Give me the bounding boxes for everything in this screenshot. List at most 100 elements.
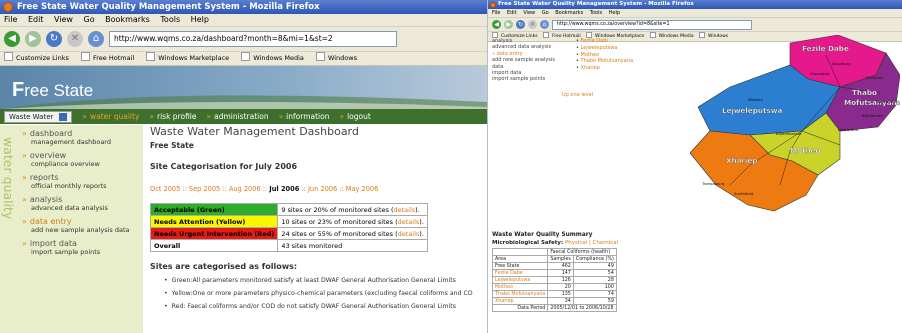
forward-arrow-icon[interactable]: ▶ xyxy=(504,20,513,29)
month-selector[interactable]: Oct 2005 :: Sep 2005 :: Aug 2006 :: Jul … xyxy=(150,185,487,193)
district-list: Fezile Dabi Lejweleputswa Motheo Thabo M… xyxy=(576,38,633,72)
town-label: Kroonstad xyxy=(810,71,830,76)
nav-water-quality[interactable]: water quality xyxy=(82,112,139,121)
summary-tabs[interactable]: Physical | Chemical xyxy=(565,240,618,246)
sidebar-item-reports[interactable]: reports official monthly reports xyxy=(22,173,142,190)
details-link[interactable]: details xyxy=(398,230,420,238)
menu-help[interactable]: Help xyxy=(609,10,620,16)
bookmark-customize-links[interactable]: Customize Links xyxy=(4,54,69,62)
stop-icon[interactable]: ✕ xyxy=(67,31,83,47)
menu-tools[interactable]: Tools xyxy=(590,10,602,16)
category-needs-attention: Needs Attention (Yellow) xyxy=(149,215,279,228)
town-label: Bloemfontein xyxy=(776,131,802,136)
district-link[interactable]: Fezile Dabi xyxy=(576,38,633,45)
back-arrow-icon[interactable]: ◀ xyxy=(4,31,20,47)
reload-icon[interactable]: ↻ xyxy=(46,31,62,47)
window-title: Free State Water Quality Management Syst… xyxy=(17,2,320,12)
town-label: Welkom xyxy=(748,97,763,102)
details-link[interactable]: details xyxy=(398,218,420,226)
home-icon[interactable]: ⌂ xyxy=(540,20,549,29)
district-link[interactable]: Motheo xyxy=(576,52,633,59)
bookmark-windows-media[interactable]: Windows Media xyxy=(650,34,694,39)
criteria-heading: Sites are categorised as follows: xyxy=(150,262,298,271)
title-bar: Free State Water Quality Management Syst… xyxy=(0,0,487,14)
nav-logout[interactable]: logout xyxy=(339,112,371,121)
menu-view[interactable]: View xyxy=(523,10,535,16)
home-icon[interactable]: ⌂ xyxy=(88,31,104,47)
back-arrow-icon[interactable]: ◀ xyxy=(492,20,501,29)
left-browser-window: Free State Water Quality Management Syst… xyxy=(0,0,487,333)
nav-information[interactable]: information xyxy=(279,112,329,121)
district-link[interactable]: Thabo Mofutsanyana xyxy=(576,58,633,65)
table-row: Overall 43 sites monitored xyxy=(149,239,428,252)
region-label: Free State xyxy=(150,141,194,150)
town-label: Smithfield xyxy=(734,191,754,196)
menu-view[interactable]: View xyxy=(54,15,73,24)
forward-arrow-icon[interactable]: ▶ xyxy=(25,31,41,47)
current-month: Jul 2006 xyxy=(269,185,300,193)
menu-go[interactable]: Go xyxy=(84,15,95,24)
menu-bookmarks[interactable]: Bookmarks xyxy=(105,15,150,24)
table-row: Lejweleputswa 126 28 xyxy=(491,276,617,284)
table-row: Acceptable (Green) 9 sites or 20% of mon… xyxy=(149,203,428,216)
sidebar-item-import-data[interactable]: import data import sample points xyxy=(22,239,142,256)
categorisation-heading: Site Categorisation for July 2006 xyxy=(150,162,298,171)
criteria-yellow: Yellow:One or more parameters physico-ch… xyxy=(150,290,487,297)
district-link[interactable]: Xhariep xyxy=(576,65,633,72)
category-overall: Overall xyxy=(149,239,279,252)
site-banner: Free State xyxy=(0,66,487,109)
dashboard-main: Waste Water Management Dashboard Free St… xyxy=(149,125,487,333)
details-link[interactable]: details xyxy=(394,206,416,214)
menu-help[interactable]: Help xyxy=(191,15,209,24)
table-row: Needs Urgent Intervention (Red) 24 sites… xyxy=(149,227,428,240)
table-header-top: Faecal Coliforms (health) xyxy=(491,248,617,256)
town-label: Ladybrand xyxy=(838,127,859,132)
chevron-down-icon xyxy=(59,112,68,121)
menu-tools[interactable]: Tools xyxy=(160,15,180,24)
right-browser-window: Free State Water Quality Management Syst… xyxy=(487,0,902,333)
nav-administration[interactable]: administration xyxy=(207,112,268,121)
menu-bar: File Edit View Go Bookmarks Tools Help xyxy=(488,9,902,18)
address-bar[interactable]: http://www.wqms.co.za/dashboard?month=8&… xyxy=(109,31,397,47)
table-row: Free State 462 49 xyxy=(491,262,617,270)
town-label: Harrismith xyxy=(876,99,897,104)
table-row: Motheo 20 100 xyxy=(491,283,617,291)
page-title: Waste Water Management Dashboard xyxy=(150,125,359,138)
category-acceptable: Acceptable (Green) xyxy=(149,203,279,216)
bookmark-windows-marketplace[interactable]: Windows Marketplace xyxy=(146,54,229,62)
criteria-red: Red: Faecal coliforms and/or COD do not … xyxy=(150,303,487,310)
criteria-green: Green:All parameters monitored satisfy a… xyxy=(150,277,487,284)
menu-bookmarks[interactable]: Bookmarks xyxy=(555,10,583,16)
stop-icon[interactable]: ✕ xyxy=(528,20,537,29)
section-vertical-label: water quality xyxy=(1,137,16,220)
reload-icon[interactable]: ↻ xyxy=(516,20,525,29)
sidebar-item-analysis[interactable]: analysis advanced data analysis xyxy=(22,195,142,212)
bookmark-windows[interactable]: Windows xyxy=(316,54,357,62)
category-urgent: Needs Urgent Intervention (Red) xyxy=(149,227,279,240)
menu-edit[interactable]: Edit xyxy=(507,10,517,16)
address-bar[interactable]: http://www.wqms.co.za/overview?id=8&site… xyxy=(552,19,752,30)
sidebar-item-overview[interactable]: overview compliance overview xyxy=(22,151,142,168)
bookmark-free-hotmail[interactable]: Free Hotmail xyxy=(81,54,134,62)
bookmark-windows-media[interactable]: Windows Media xyxy=(241,54,304,62)
menu-line: import sample points xyxy=(492,76,546,83)
town-label: Sasolburg xyxy=(832,61,851,66)
up-one-level-link[interactable]: Up one level xyxy=(562,92,593,98)
table-row: Data Period 2005/12/01 to 2006/10/28 xyxy=(491,304,617,312)
water-type-select[interactable]: Waste Water xyxy=(4,110,73,123)
summary-table: Faecal Coliforms (health) Area Samples C… xyxy=(491,248,617,312)
menu-file[interactable]: File xyxy=(4,15,17,24)
quality-summary: Waste Water Quality Summary Microbiologi… xyxy=(491,232,619,312)
map-label-lejwe: Lejweleputswa xyxy=(722,106,782,115)
map-label-fezile: Fezile Dabe xyxy=(802,44,849,53)
menu-file[interactable]: File xyxy=(492,10,500,16)
summary-filter: Microbiological Safety: Physical | Chemi… xyxy=(492,240,619,246)
nav-risk-profile[interactable]: risk profile xyxy=(149,112,197,121)
window-title: Free State Water Quality Management Syst… xyxy=(498,1,694,7)
menu-edit[interactable]: Edit xyxy=(28,15,44,24)
menu-go[interactable]: Go xyxy=(542,10,549,16)
sidebar-item-data-entry[interactable]: data entry add new sample analysis data xyxy=(22,217,142,234)
free-state-map: Fezile Dabe Thabo Mofutsanyana Lejwelepu… xyxy=(690,35,900,212)
district-link[interactable]: Lejweleputswa xyxy=(576,45,633,52)
sidebar-item-dashboard[interactable]: dashboard management dashboard xyxy=(22,129,142,146)
